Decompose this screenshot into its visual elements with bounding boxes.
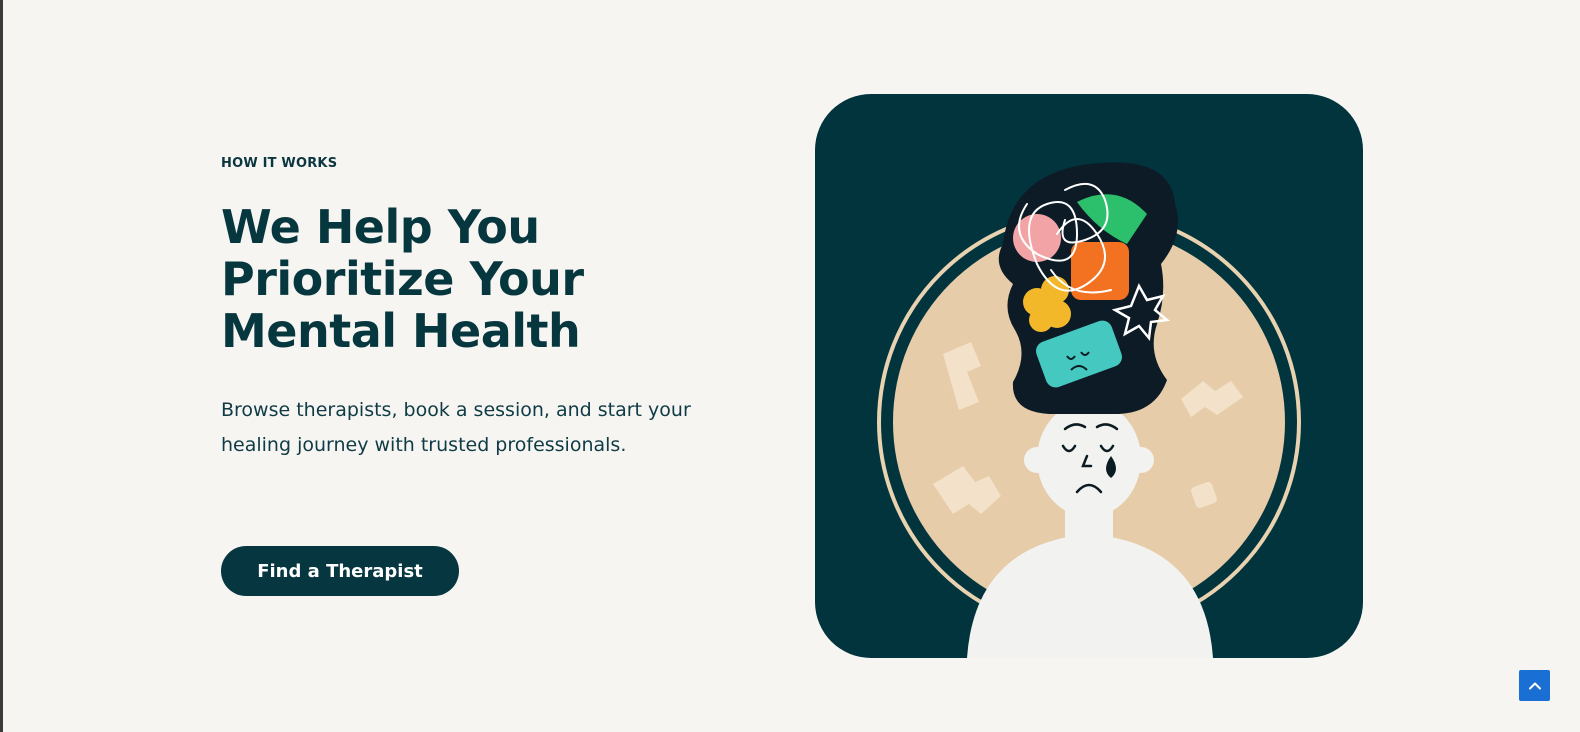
- hero-section: HOW IT WORKS We Help You Prioritize Your…: [221, 150, 741, 463]
- find-therapist-button[interactable]: Find a Therapist: [221, 546, 459, 596]
- hero-headline: We Help You Prioritize Your Mental Healt…: [221, 201, 741, 357]
- headline-line-2: Prioritize Your: [221, 252, 584, 306]
- hero-illustration: [815, 94, 1363, 658]
- section-eyebrow: HOW IT WORKS: [221, 156, 338, 171]
- scroll-to-top-button[interactable]: [1519, 670, 1550, 701]
- headline-line-1: We Help You: [221, 200, 540, 254]
- chevron-up-icon: [1528, 682, 1541, 689]
- headline-line-3: Mental Health: [221, 304, 581, 358]
- hero-description: Browse therapists, book a session, and s…: [221, 399, 691, 456]
- window-edge: [0, 0, 3, 732]
